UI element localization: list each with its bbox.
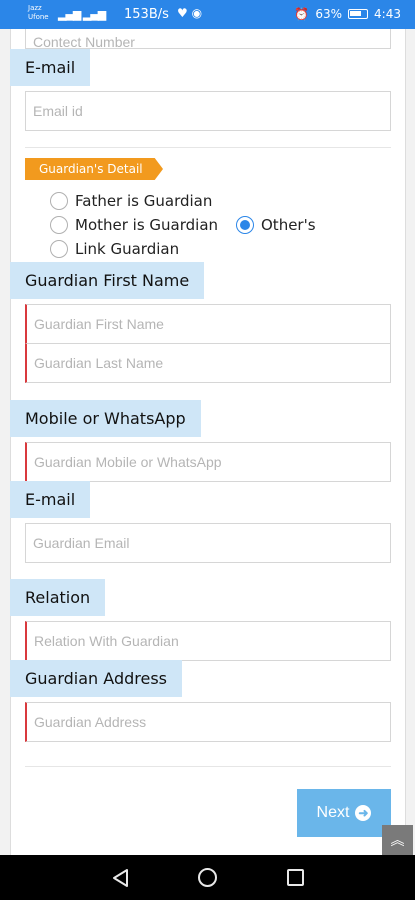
guardian-address-label: Guardian Address (10, 660, 182, 697)
email-placeholder: Email id (33, 103, 83, 119)
guardian-first-name-field[interactable]: Guardian First Name (25, 304, 391, 344)
radio-label: Mother is Guardian (75, 216, 219, 234)
radio-circle[interactable] (50, 192, 68, 210)
radio-label: Father is Guardian (75, 192, 213, 210)
guardian-address-field[interactable]: Guardian Address (25, 702, 391, 742)
guardian-mobile-field[interactable]: Guardian Mobile or WhatsApp (25, 442, 391, 482)
email-field[interactable]: Email id (25, 91, 391, 131)
carrier-top: Jazz (28, 4, 42, 12)
contact-number-placeholder: Contect Number (33, 34, 135, 49)
scroll-to-top-button[interactable]: ︽ (382, 825, 413, 855)
relation-field[interactable]: Relation With Guardian (25, 621, 391, 661)
battery-percent: 63% (315, 7, 343, 21)
radio-mother-guardian[interactable]: Mother is Guardian (50, 216, 218, 234)
guardian-first-name-placeholder: Guardian First Name (34, 316, 164, 332)
signal-icon: ▂▄▆ ▂▄▆ (58, 8, 106, 21)
net-speed: 153B/s (124, 7, 169, 22)
contact-number-field[interactable]: Contect Number (25, 29, 391, 49)
home-icon[interactable] (198, 868, 217, 887)
guardian-section-tag: Guardian's Detail (25, 158, 163, 180)
radio-circle[interactable] (50, 240, 68, 258)
battery-icon (348, 9, 369, 19)
carrier-bottom: Ufone (28, 13, 49, 21)
next-button[interactable]: Next ➜ (297, 789, 391, 837)
radio-circle-selected[interactable] (236, 216, 254, 234)
relation-placeholder: Relation With Guardian (34, 633, 179, 649)
mobile-label: Mobile or WhatsApp (10, 400, 201, 437)
nav-bar (0, 855, 415, 900)
double-chevron-up-icon: ︽ (390, 833, 405, 849)
guardian-last-name-field[interactable]: Guardian Last Name (25, 343, 391, 383)
radio-father-guardian[interactable]: Father is Guardian (50, 192, 212, 210)
carrier-names: Jazz Ufone (28, 4, 49, 22)
email-label: E-mail (10, 49, 91, 86)
recent-apps-icon[interactable] (287, 869, 304, 886)
back-icon[interactable] (111, 868, 129, 888)
divider (25, 147, 391, 148)
guardian-email-placeholder: Guardian Email (33, 535, 130, 551)
status-right: ⏰ 63% 4:43 (294, 7, 401, 21)
status-bar: Jazz Ufone ▂▄▆ ▂▄▆ 153B/s ♥ ◉ ⏰ 63% 4:43 (0, 0, 415, 29)
guardian-email-field[interactable]: Guardian Email (25, 523, 391, 563)
next-label: Next (316, 804, 350, 821)
arrow-right-circle-icon: ➜ (355, 805, 372, 821)
alarm-icon: ⏰ (294, 7, 310, 21)
guardian-email-label: E-mail (10, 481, 91, 518)
divider (25, 766, 391, 767)
radio-label: Link Guardian (75, 240, 180, 258)
guardian-address-placeholder: Guardian Address (34, 714, 147, 730)
radio-link-guardian[interactable]: Link Guardian (50, 240, 179, 258)
relation-label: Relation (10, 579, 106, 616)
radio-others[interactable]: Other's (236, 216, 316, 234)
guardian-mobile-placeholder: Guardian Mobile or WhatsApp (34, 454, 222, 470)
guardian-last-name-placeholder: Guardian Last Name (34, 355, 164, 371)
radio-label: Other's (261, 216, 316, 234)
clock: 4:43 (374, 7, 401, 21)
radio-circle[interactable] (50, 216, 68, 234)
notification-icons: ♥ ◉ (177, 6, 203, 20)
guardian-first-name-label: Guardian First Name (10, 262, 205, 299)
